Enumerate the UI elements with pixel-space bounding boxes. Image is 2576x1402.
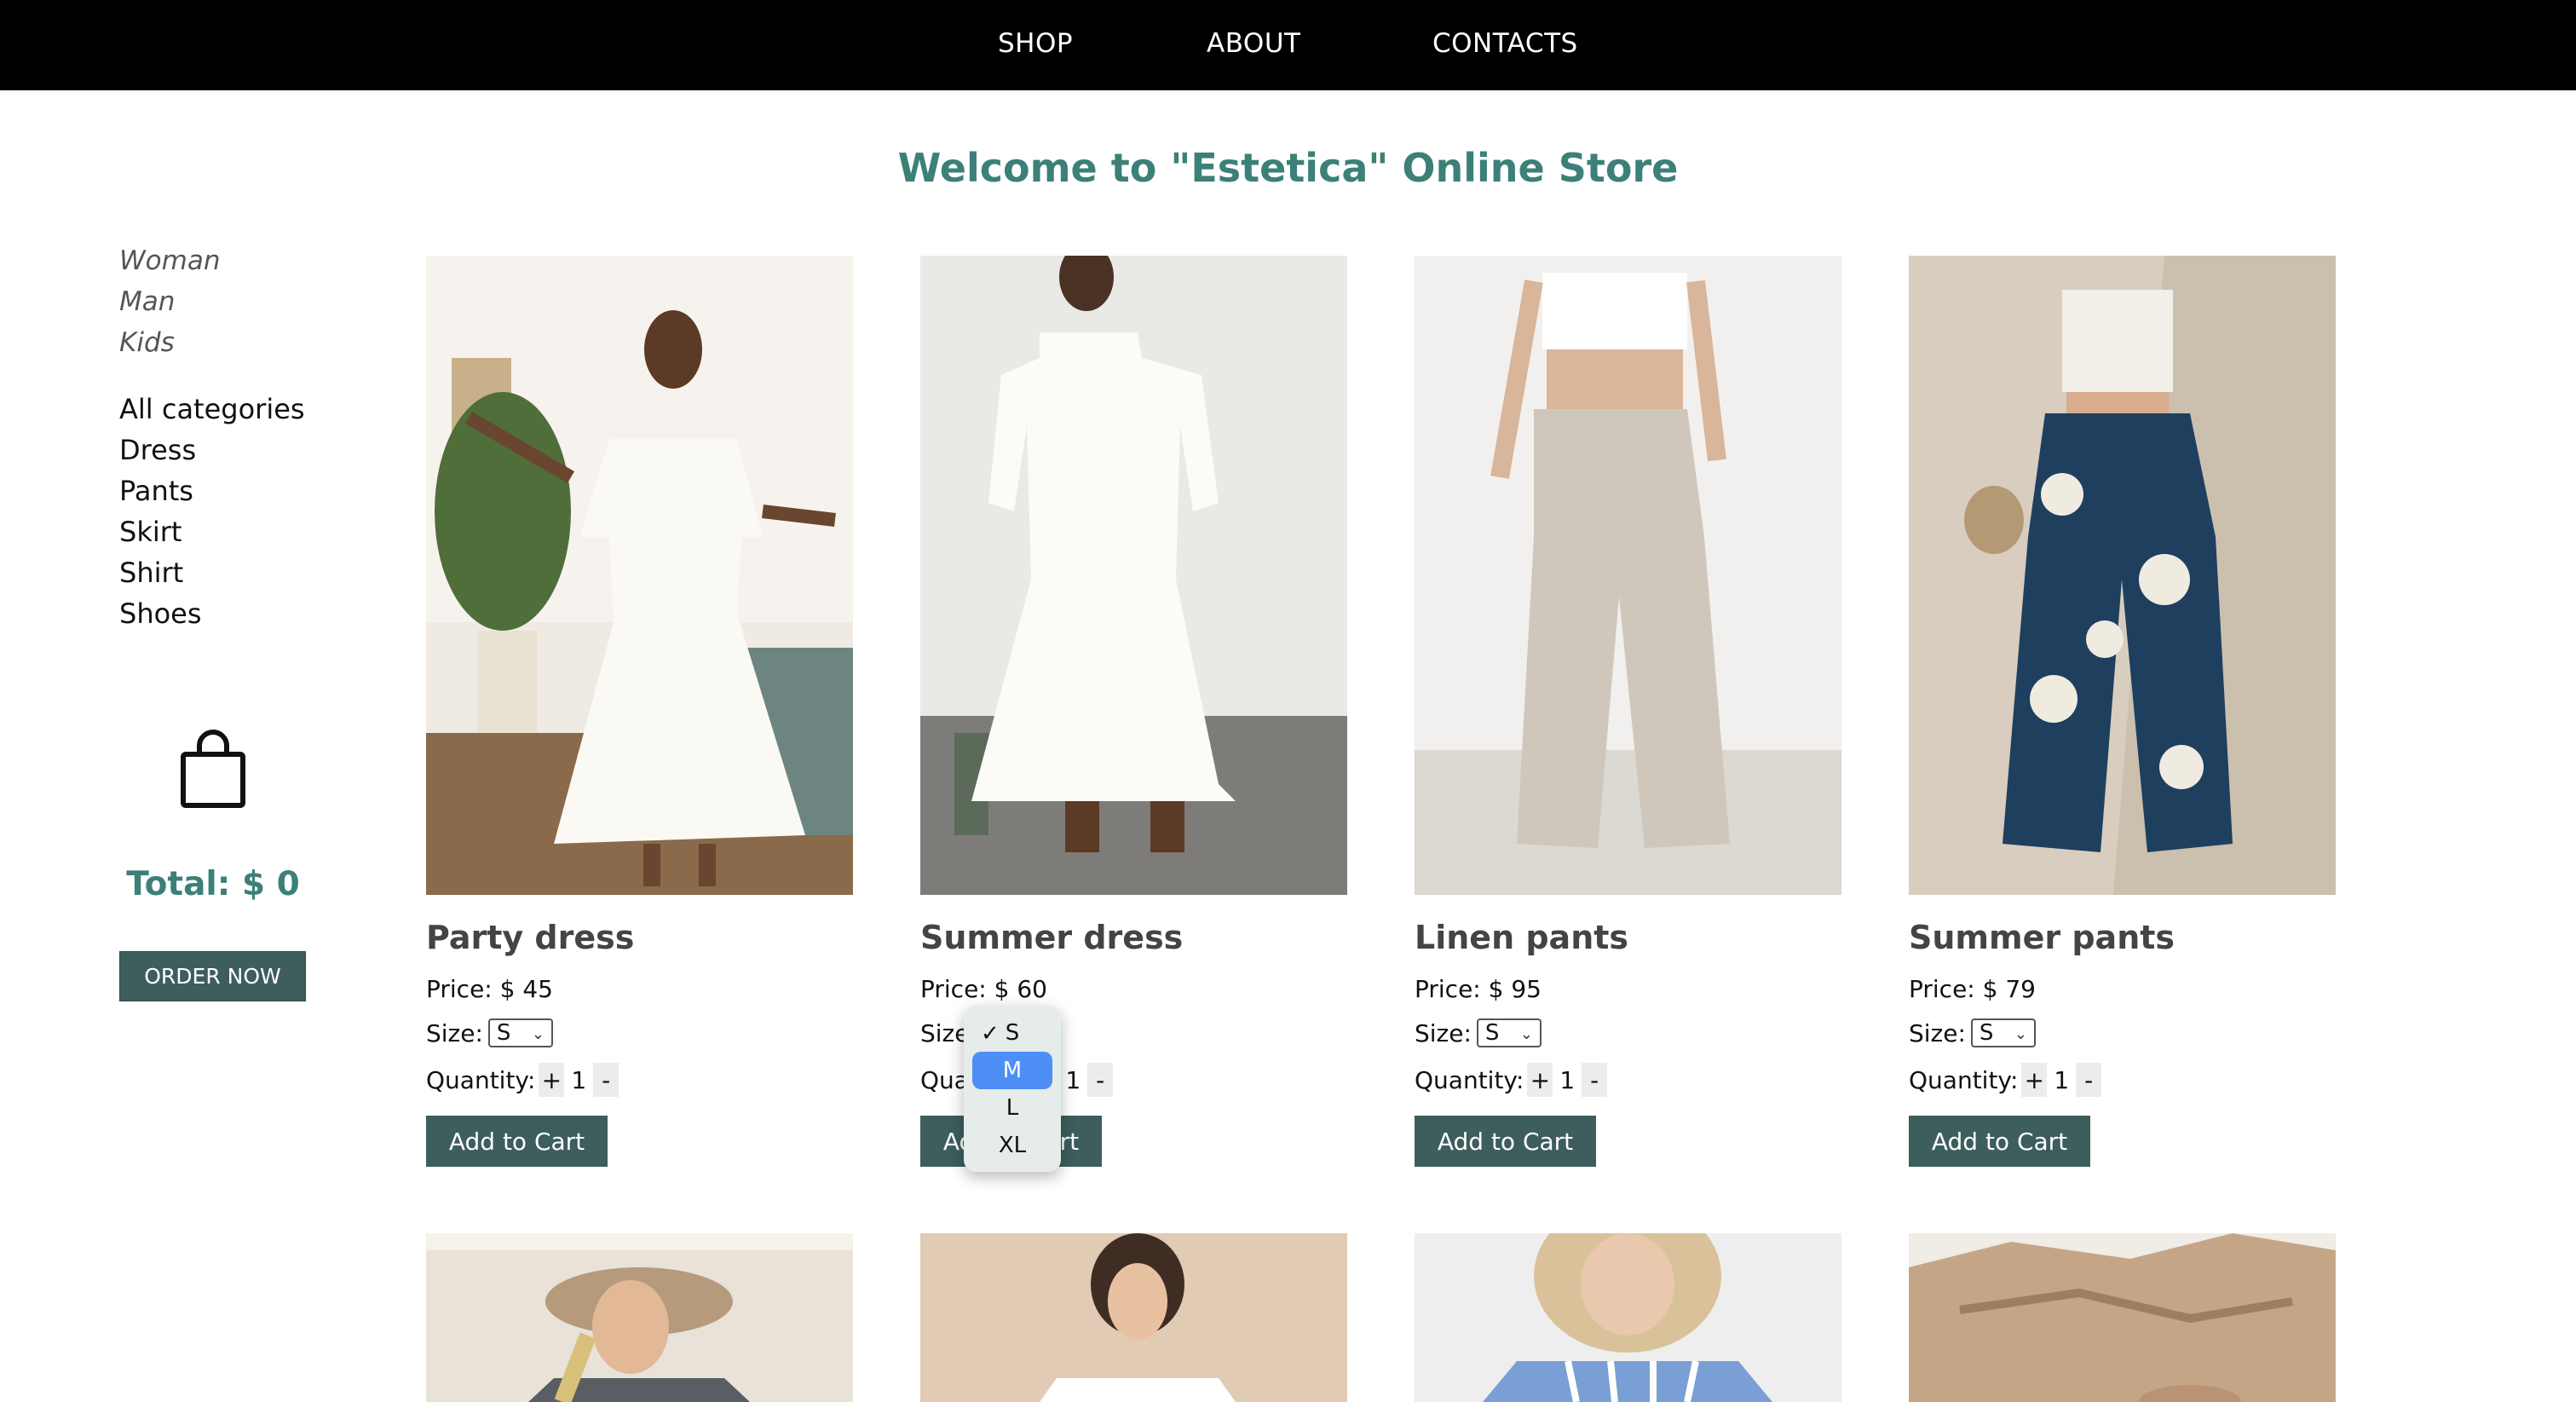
product-image[interactable] bbox=[426, 1233, 853, 1402]
size-label: Size: bbox=[1415, 1018, 1472, 1047]
product-image[interactable] bbox=[426, 256, 853, 895]
product-name: Summer pants bbox=[1909, 919, 2175, 956]
quantity-row: Quantity: + 1 - bbox=[1909, 1063, 2336, 1097]
size-option-l[interactable]: L bbox=[972, 1089, 1052, 1127]
size-label: Size: bbox=[426, 1018, 483, 1047]
product-name: Linen pants bbox=[1415, 919, 1629, 956]
size-option-s[interactable]: ✓ S bbox=[972, 1014, 1052, 1052]
product-image[interactable] bbox=[1909, 256, 2336, 895]
size-option-xl[interactable]: XL bbox=[972, 1127, 1052, 1164]
size-dropdown-menu: ✓ S M L XL bbox=[964, 1006, 1061, 1172]
add-to-cart-button[interactable]: Add to Cart bbox=[1415, 1116, 1596, 1167]
quantity-label: Quantity: bbox=[426, 1065, 536, 1094]
category-list: All categories Dress Pants Skirt Shirt S… bbox=[119, 389, 375, 634]
add-to-cart-button[interactable]: Add to Cart bbox=[426, 1116, 608, 1167]
qty-minus-button[interactable]: - bbox=[2076, 1063, 2102, 1097]
qty-plus-button[interactable]: + bbox=[2021, 1063, 2048, 1097]
product-image[interactable] bbox=[920, 256, 1347, 895]
category-all[interactable]: All categories bbox=[119, 389, 375, 430]
size-value: S bbox=[1979, 1020, 1994, 1046]
gender-kids[interactable]: Kids bbox=[119, 322, 375, 363]
product-price: Price: $ 79 bbox=[1909, 975, 2036, 1003]
qty-minus-button[interactable]: - bbox=[1087, 1063, 1114, 1097]
chevron-down-icon: ⌄ bbox=[531, 1025, 545, 1043]
qty-value: 1 bbox=[1559, 1065, 1576, 1094]
cart-total: Total: $ 0 bbox=[126, 865, 300, 903]
size-row: Size: S ⌄ bbox=[1415, 1018, 1841, 1047]
size-value: S bbox=[496, 1020, 511, 1046]
chevron-down-icon: ⌄ bbox=[1519, 1025, 1533, 1043]
quantity-label: Quantity: bbox=[1415, 1065, 1524, 1094]
category-pants[interactable]: Pants bbox=[119, 470, 375, 511]
qty-value: 1 bbox=[2054, 1065, 2070, 1094]
qty-value: 1 bbox=[1065, 1065, 1081, 1094]
category-shirt[interactable]: Shirt bbox=[119, 552, 375, 593]
add-to-cart-button[interactable]: Add to Cart bbox=[1909, 1116, 2090, 1167]
product-price: Price: $ 95 bbox=[1415, 975, 1542, 1003]
qty-value: 1 bbox=[571, 1065, 587, 1094]
nav-contacts[interactable]: CONTACTS bbox=[1432, 28, 1578, 59]
product-price: Price: $ 45 bbox=[426, 975, 553, 1003]
category-skirt[interactable]: Skirt bbox=[119, 511, 375, 552]
quantity-row: Quantity: + 1 - bbox=[1415, 1063, 1841, 1097]
category-dress[interactable]: Dress bbox=[119, 430, 375, 470]
size-option-label: M bbox=[1002, 1058, 1023, 1083]
qty-minus-button[interactable]: - bbox=[1582, 1063, 1608, 1097]
size-select[interactable]: S ⌄ bbox=[1476, 1018, 1542, 1047]
sidebar: Woman Man Kids All categories Dress Pant… bbox=[119, 240, 375, 634]
gender-man[interactable]: Man bbox=[119, 281, 375, 322]
size-option-label: S bbox=[1005, 1020, 1020, 1046]
product-card: Party dress Price: $ 45 Size: S ⌄ Quanti… bbox=[426, 256, 853, 1167]
qty-plus-button[interactable]: + bbox=[1527, 1063, 1553, 1097]
product-price: Price: $ 60 bbox=[920, 975, 1047, 1003]
nav-shop[interactable]: SHOP bbox=[998, 28, 1073, 59]
product-name: Party dress bbox=[426, 919, 635, 956]
product-name: Summer dress bbox=[920, 919, 1184, 956]
chevron-down-icon: ⌄ bbox=[2014, 1025, 2027, 1043]
size-value: S bbox=[1484, 1020, 1500, 1046]
size-row: Size: S ⌄ bbox=[1909, 1018, 2336, 1047]
size-option-m[interactable]: M bbox=[972, 1052, 1052, 1089]
product-image[interactable] bbox=[1909, 1233, 2336, 1402]
quantity-row: Quantity: + 1 - bbox=[426, 1063, 853, 1097]
gender-list: Woman Man Kids bbox=[119, 240, 375, 363]
quantity-label: Quantity: bbox=[1909, 1065, 2019, 1094]
product-image[interactable] bbox=[920, 1233, 1347, 1402]
product-image[interactable] bbox=[1415, 1233, 1841, 1402]
qty-minus-button[interactable]: - bbox=[593, 1063, 620, 1097]
size-select[interactable]: S ⌄ bbox=[1970, 1018, 2036, 1047]
check-icon: ✓ bbox=[981, 1021, 1000, 1047]
top-nav: SHOP ABOUT CONTACTS bbox=[0, 0, 2576, 90]
size-option-label: XL bbox=[998, 1133, 1027, 1158]
size-label: Size: bbox=[1909, 1018, 1966, 1047]
nav-about[interactable]: ABOUT bbox=[1207, 28, 1300, 59]
product-card: Summer pants Price: $ 79 Size: S ⌄ Quant… bbox=[1909, 256, 2336, 1167]
gender-woman[interactable]: Woman bbox=[119, 240, 375, 281]
size-select[interactable]: S ⌄ bbox=[487, 1018, 553, 1047]
page-title: Welcome to "Estetica" Online Store bbox=[897, 145, 1679, 191]
size-row: Size: S ⌄ bbox=[426, 1018, 853, 1047]
order-now-button[interactable]: ORDER NOW bbox=[119, 951, 306, 1001]
category-shoes[interactable]: Shoes bbox=[119, 593, 375, 634]
product-image[interactable] bbox=[1415, 256, 1841, 895]
product-card: Linen pants Price: $ 95 Size: S ⌄ Quanti… bbox=[1415, 256, 1841, 1167]
qty-plus-button[interactable]: + bbox=[539, 1063, 565, 1097]
shopping-bag-icon[interactable] bbox=[179, 729, 247, 810]
size-option-label: L bbox=[1006, 1095, 1019, 1121]
